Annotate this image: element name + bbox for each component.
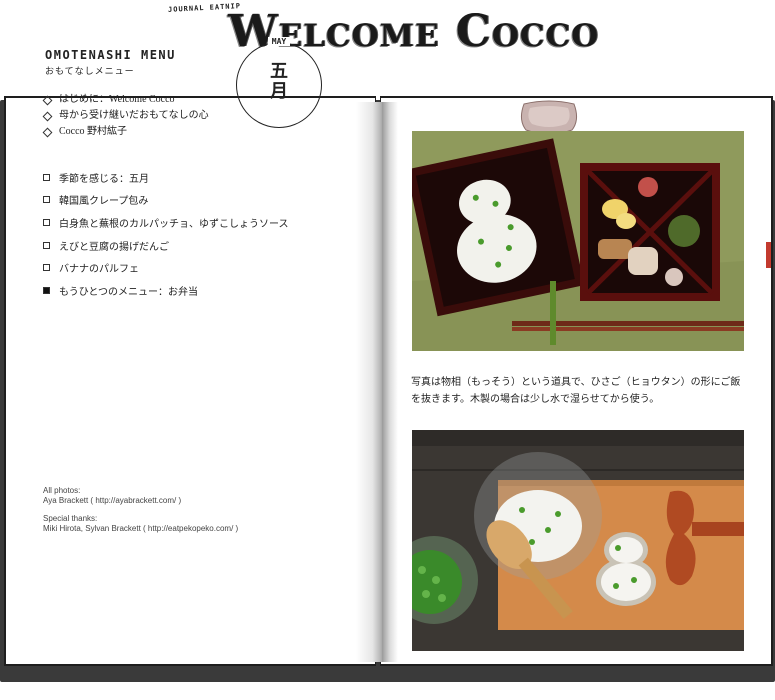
square-bullet-icon [43, 173, 50, 181]
diamond-bullet-icon [42, 95, 53, 105]
recipe-list: 季節を感じる：五月 韓国風クレープ包み 白身魚と蕪根のカルパッチョ、ゆずこしょう… [43, 166, 289, 302]
credits-photos-label: All photos: [43, 486, 81, 495]
bento-photo [412, 131, 744, 351]
rice-mold-photo [412, 430, 744, 651]
square-bullet-icon [43, 241, 50, 249]
square-bullet-filled-icon [43, 286, 50, 294]
recipe-item[interactable]: 季節を感じる：五月 [43, 166, 289, 189]
photo-caption: 写真は物相（もっそう）という道具で、ひさご（ヒョウタン）の形にご飯 を抜きます。… [411, 374, 747, 408]
credits-thanks-value[interactable]: Miki Hirota, Sylvan Brackett ( http://ea… [43, 524, 238, 534]
month-badge: MAY 五 月 [236, 37, 322, 128]
recipe-item-label[interactable]: 韓国風クレープ包み [59, 192, 148, 207]
credits-thanks-label: Special thanks: [43, 514, 98, 523]
caption-line: 写真は物相（もっそう）という道具で、ひさご（ヒョウタン）の形にご飯 [411, 377, 741, 388]
menu-subtitle: おもてなしメニュー [45, 66, 135, 76]
recipe-item-label[interactable]: 季節を感じる：五月 [59, 170, 149, 185]
diamond-bullet-icon [42, 127, 53, 137]
recipe-item[interactable]: バナナのパルフェ [43, 256, 289, 279]
recipe-item-label[interactable]: えびと豆腐の揚げだんご [59, 238, 169, 253]
intro-item-label[interactable]: Cocco 野村紘子 [59, 124, 127, 140]
intro-item[interactable]: はじめに：Welcome Cocco [42, 92, 209, 108]
rice-mold-illustration [412, 430, 744, 651]
month-kanji: 五 月 [237, 61, 321, 101]
square-bullet-icon [43, 196, 50, 204]
bento-illustration [412, 131, 744, 351]
recipe-item-active[interactable]: もうひとつのメニュー：お弁当 [43, 279, 289, 302]
menu-title: OMOTENASHI MENU [45, 48, 176, 62]
caption-line: を抜きます。木製の場合は少し水で湿らせてから使う。 [411, 394, 660, 405]
intro-list: はじめに：Welcome Cocco 母から受け継いだおもてなしの心 Cocco… [42, 92, 209, 140]
recipe-item-label[interactable]: 白身魚と蕪根のカルパッチョ、ゆずこしょうソース [59, 215, 289, 230]
square-bullet-icon [43, 218, 50, 226]
month-kanji-1: 五 [270, 61, 288, 81]
month-label-en: MAY [237, 37, 321, 46]
square-bullet-icon [43, 264, 50, 272]
credits-photos-value[interactable]: Aya Brackett ( http://ayabrackett.com/ ) [43, 496, 238, 506]
month-kanji-2: 月 [270, 81, 288, 101]
credits: All photos: Aya Brackett ( http://ayabra… [43, 486, 238, 534]
book-gutter-right [382, 102, 398, 662]
recipe-item[interactable]: えびと豆腐の揚げだんご [43, 234, 289, 257]
diamond-bullet-icon [42, 111, 53, 121]
recipe-item-label[interactable]: バナナのパルフェ [59, 260, 139, 275]
bookmark-ribbon[interactable] [766, 242, 771, 268]
intro-item[interactable]: 母から受け継いだおもてなしの心 [42, 108, 209, 124]
recipe-item-label[interactable]: もうひとつのメニュー：お弁当 [59, 283, 198, 298]
recipe-item[interactable]: 韓国風クレープ包み [43, 189, 289, 212]
intro-item[interactable]: Cocco 野村紘子 [42, 124, 209, 140]
intro-item-label[interactable]: 母から受け継いだおもてなしの心 [59, 108, 209, 124]
recipe-item[interactable]: 白身魚と蕪根のカルパッチョ、ゆずこしょうソース [43, 211, 289, 234]
intro-item-label[interactable]: はじめに：Welcome Cocco [59, 92, 175, 108]
